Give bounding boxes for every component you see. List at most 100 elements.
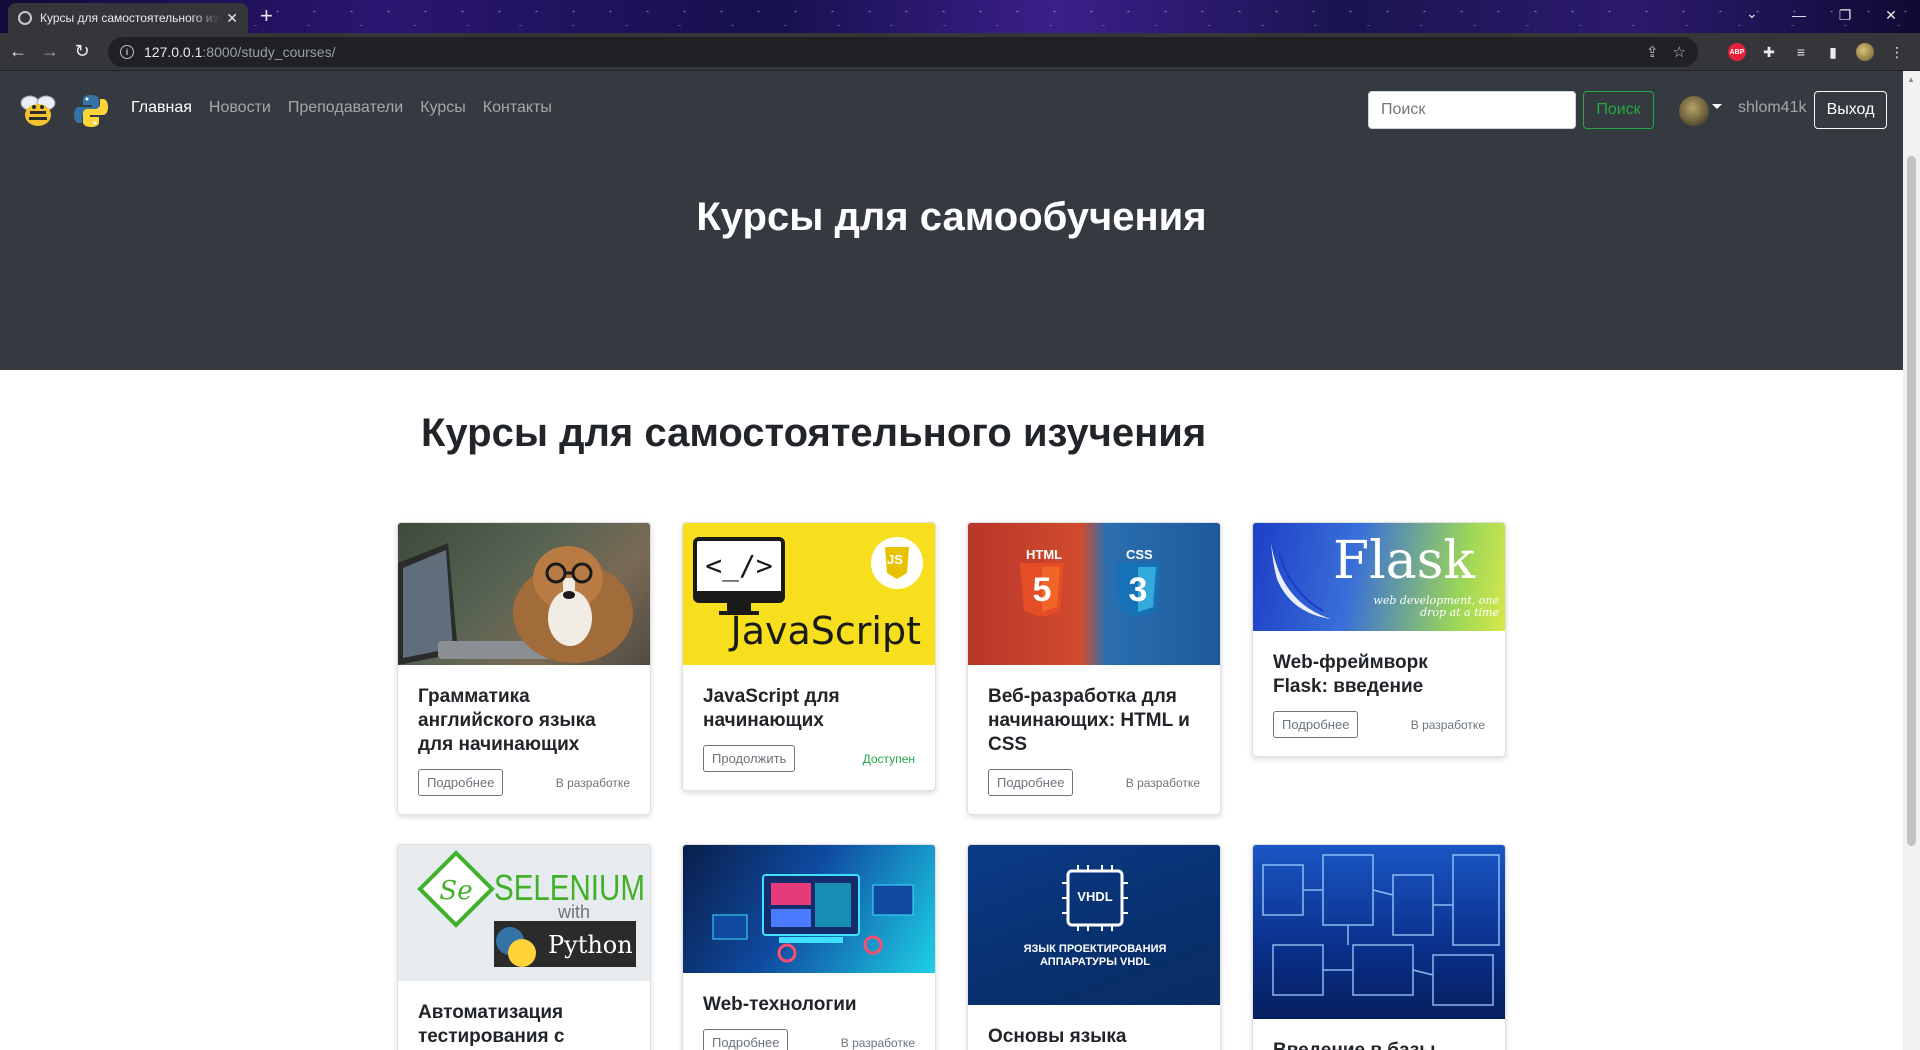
reload-icon[interactable]: ↻ [68,38,96,66]
hero-title: Курсы для самообучения [696,195,1207,239]
globe-icon [18,11,32,25]
bee-logo-icon[interactable] [18,93,58,129]
search-input[interactable] [1368,91,1576,129]
course-status: В разработке [1125,775,1200,790]
bookmark-star-icon[interactable]: ☆ [1673,43,1686,61]
reading-list-icon[interactable]: ≡ [1792,43,1810,61]
restore-icon[interactable]: ❐ [1822,0,1868,30]
course-card: Se SELENIUM with Python Автоматизация те… [397,844,651,1050]
course-title: Грамматика английского языка для начинаю… [418,686,596,755]
extensions-area: ABP ✚ ≡ ▮ ⋮ [1728,40,1906,64]
beagle-illustration [398,543,633,665]
browser-menu-icon[interactable]: ⋮ [1888,43,1906,61]
course-title: JavaScript для начинающих [703,686,840,731]
selenium-with-text: with [558,902,591,922]
course-image-vhdl: VHDL ЯЗЫК ПРОЕКТИРОВАНИЯ АППАРАТУРЫ VHDL [968,845,1220,1005]
course-image-web-tech [683,845,935,973]
nav-link-contacts[interactable]: Контакты [483,99,552,117]
python-logo-icon[interactable] [74,93,108,129]
course-card: Web-технологии Подробнее В разработке [682,844,936,1050]
course-status: Доступен [862,751,915,766]
details-button[interactable]: Подробнее [703,1029,789,1050]
browser-tab[interactable]: Курсы для самостоятельного изучения ✕ [8,3,248,33]
svg-text:5: 5 [1033,571,1052,609]
js-badge: JS [887,552,903,567]
nav-link-teachers[interactable]: Преподаватели [288,99,403,117]
course-image-selenium: Se SELENIUM with Python [398,845,650,981]
username[interactable]: shlom41k [1738,99,1806,117]
nav-link-home[interactable]: Главная [131,99,192,117]
continue-button[interactable]: Продолжить [703,745,796,772]
course-title: Веб-разработка для начинающих: HTML и CS… [988,686,1190,755]
course-card: Flask web development, one drop at a tim… [1252,522,1506,757]
details-button[interactable]: Подробнее [418,769,504,796]
svg-text:<_/>: <_/> [705,549,772,583]
course-title: Введение в базы [1273,1039,1485,1050]
course-status: В разработке [555,775,630,790]
course-title: Web-фреймворк Flask: введение [1273,652,1428,697]
flask-wordmark: Flask [1333,531,1475,591]
browser-toolbar: ← → ↻ i 127.0.0.1:8000/study_courses/ ⇪ … [0,33,1920,71]
web-tech-illustration [712,874,914,963]
course-card: 5 3 HTML CSS Веб-разработка для начинающ… [967,522,1221,815]
course-image-flask: Flask web development, one drop at a tim… [1253,523,1505,631]
tab-title: Курсы для самостоятельного изучения [40,11,220,25]
site-info-icon[interactable]: i [120,45,134,59]
svg-text:Se: Se [439,876,472,906]
extensions-puzzle-icon[interactable]: ✚ [1760,43,1778,61]
database-schema-illustration [1262,854,1500,1006]
vhdl-chip-label: VHDL [1077,889,1113,904]
adblock-icon[interactable]: ABP [1728,43,1746,61]
search-button[interactable]: Поиск [1583,91,1654,129]
course-image-javascript: <_/> JS JavaScript [683,523,935,665]
browser-tabbar: Курсы для самостоятельного изучения ✕ + … [0,0,1920,33]
window-controls: — ❐ ✕ [1776,0,1914,33]
course-image-databases [1253,845,1505,1019]
python-wordmark: Python [548,931,633,959]
course-card: Грамматика английского языка для начинаю… [397,522,651,815]
nav-link-news[interactable]: Новости [209,99,271,117]
css-label: CSS [1126,547,1153,562]
share-icon[interactable]: ⇪ [1646,43,1659,61]
hero-banner: Курсы для самообучения [0,151,1903,370]
course-card: Введение в базы [1252,844,1506,1050]
close-tab-icon[interactable]: ✕ [226,10,238,27]
course-status: В разработке [840,1035,915,1050]
chip-icon [1062,865,1128,931]
course-card: <_/> JS JavaScript JavaScript для начина… [682,522,936,791]
course-title: Автоматизация тестирования с [418,1002,565,1047]
window-close-icon[interactable]: ✕ [1868,0,1914,30]
tab-search-chevron-icon[interactable]: ⌄ [1746,5,1758,22]
dropdown-caret-icon[interactable] [1712,104,1722,109]
new-tab-icon[interactable]: + [260,4,273,28]
user-avatar[interactable] [1679,96,1709,126]
course-image-html-css: 5 3 HTML CSS [968,523,1220,665]
back-icon[interactable]: ← [4,38,32,66]
flask-slogan: web development, one drop at a time [1373,594,1499,619]
minimize-icon[interactable]: — [1776,0,1822,30]
address-bar[interactable]: i 127.0.0.1:8000/study_courses/ ⇪ ☆ [108,37,1698,67]
details-button[interactable]: Подробнее [1273,711,1359,738]
course-card: VHDL ЯЗЫК ПРОЕКТИРОВАНИЯ АППАРАТУРЫ VHDL… [967,844,1221,1050]
site-navbar: Главная Новости Преподаватели Курсы Конт… [0,71,1903,151]
scrollbar-thumb[interactable] [1907,156,1916,846]
nav-link-courses[interactable]: Курсы [420,99,466,117]
section-title: Курсы для самостоятельного изучения [421,411,1207,455]
scroll-up-icon[interactable]: ▲ [1907,75,1915,84]
side-panel-icon[interactable]: ▮ [1824,43,1842,61]
svg-text:3: 3 [1129,571,1148,609]
url-text: 127.0.0.1:8000/study_courses/ [144,44,336,60]
browser-profile-icon[interactable] [1856,43,1874,61]
logout-button[interactable]: Выход [1814,91,1887,129]
page-viewport: Главная Новости Преподаватели Курсы Конт… [0,71,1903,1050]
page-scrollbar[interactable]: ▲ [1903,71,1920,1050]
vhdl-caption: ЯЗЫК ПРОЕКТИРОВАНИЯ АППАРАТУРЫ VHDL [1023,943,1167,968]
course-status: В разработке [1410,717,1485,732]
main-nav: Главная Новости Преподаватели Курсы Конт… [131,99,552,117]
course-title: Web-технологии [703,994,857,1015]
details-button[interactable]: Подробнее [988,769,1074,796]
selenium-python-icon: Se [417,850,636,967]
forward-icon[interactable]: → [36,38,64,66]
course-image-beagle [398,523,650,665]
html-css-shields-icon: 5 3 [1020,563,1160,617]
